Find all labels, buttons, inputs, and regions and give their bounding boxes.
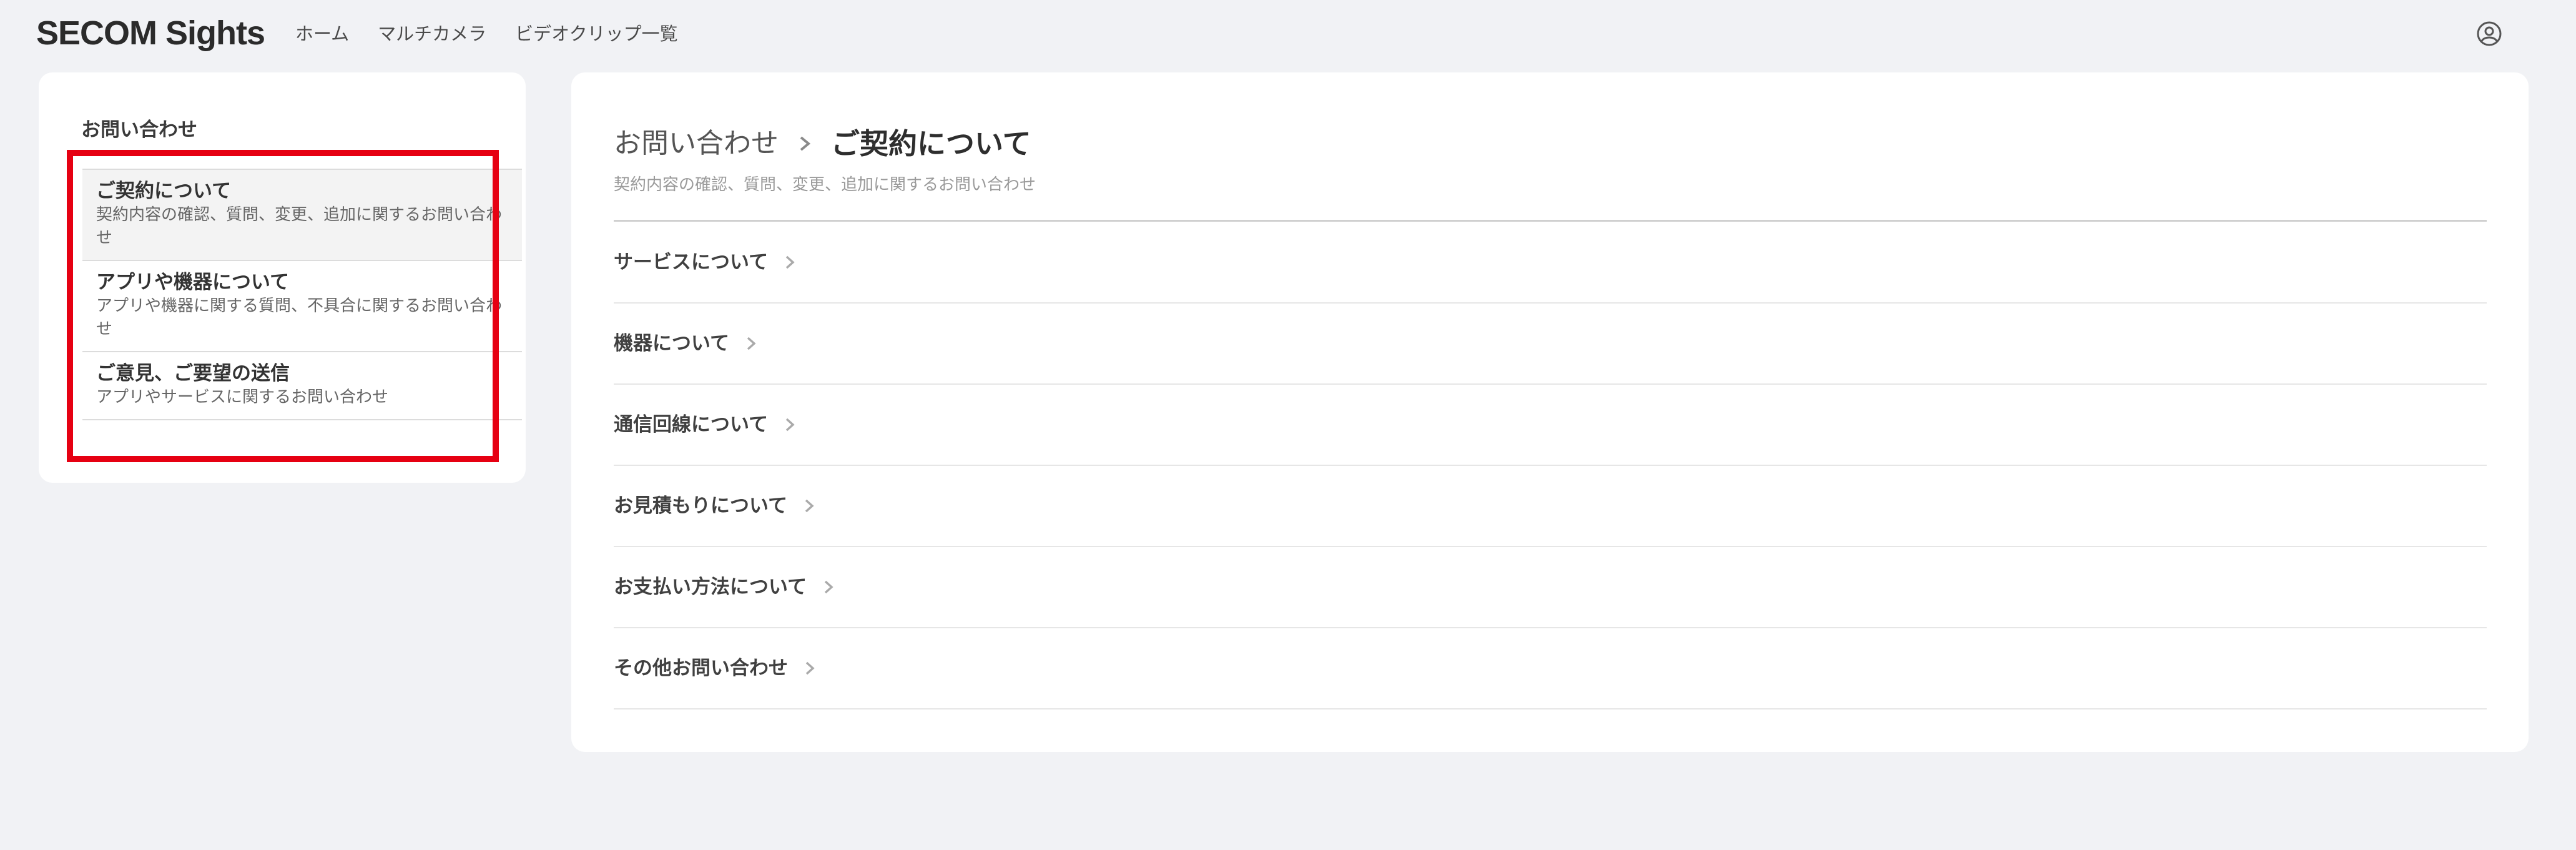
highlight-box [67,150,499,462]
menu-item-label: 機器について [614,332,730,355]
menu-item-estimate[interactable]: お見積もりについて [614,466,2487,547]
page-title: ご契約について [831,127,1031,161]
chevron-right-icon [747,337,756,350]
nav-home[interactable]: ホーム [295,20,349,47]
nav-video-clips[interactable]: ビデオクリップ一覧 [515,20,677,47]
menu-item-label: サービスについて [614,251,769,274]
app-header: SECOM Sights ホーム マルチカメラ ビデオクリップ一覧 [0,0,2576,67]
menu-item-label: 通信回線について [614,413,769,436]
breadcrumb-parent[interactable]: お問い合わせ [614,124,779,164]
chevron-right-icon [800,136,811,151]
chevron-right-icon [805,661,815,675]
main-content: お問い合わせ ご契約について 契約内容の確認、質問、変更、追加に関するお問い合わ… [571,72,2529,752]
chevron-right-icon [824,580,833,594]
menu-item-label: その他お問い合わせ [614,657,788,680]
menu-item-label: お支払い方法について [614,576,807,598]
inquiry-menu: サービスについて 機器について 通信回線について お見積もりについて お支払い方… [614,222,2487,709]
user-circle-icon[interactable] [2476,21,2502,47]
menu-item-label: お見積もりについて [614,495,788,517]
menu-item-other[interactable]: その他お問い合わせ [614,628,2487,709]
inquiry-sidebar: お問い合わせ ご契約について 契約内容の確認、質問、変更、追加に関するお問い合わ… [39,72,526,483]
chevron-right-icon [785,418,795,432]
chevron-right-icon [805,499,814,513]
sidebar-title: お問い合わせ [81,119,197,141]
chevron-right-icon [785,255,795,269]
menu-item-service[interactable]: サービスについて [614,222,2487,304]
menu-item-payment[interactable]: お支払い方法について [614,547,2487,628]
menu-item-device[interactable]: 機器について [614,304,2487,385]
app-logo[interactable]: SECOM Sights [36,11,265,55]
divider [614,220,2487,222]
main-nav: ホーム マルチカメラ ビデオクリップ一覧 [295,20,678,47]
breadcrumb: お問い合わせ ご契約について [614,124,1031,164]
nav-multi-camera[interactable]: マルチカメラ [378,20,486,47]
menu-item-network[interactable]: 通信回線について [614,385,2487,466]
page-subtitle: 契約内容の確認、質問、変更、追加に関するお問い合わせ [614,175,1036,194]
